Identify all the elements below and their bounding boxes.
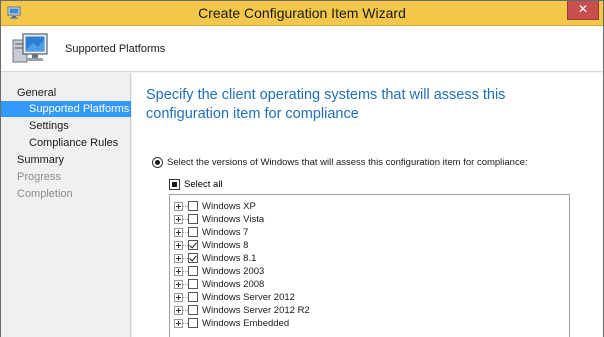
platform-label[interactable]: Windows 7: [202, 226, 248, 239]
page-heading: Specify the client operating systems tha…: [146, 87, 506, 122]
expand-icon[interactable]: [174, 254, 183, 263]
platform-checkbox[interactable]: [188, 214, 198, 224]
platform-checkbox[interactable]: [188, 201, 198, 211]
platform-label[interactable]: Windows 2003: [202, 265, 264, 278]
expand-icon[interactable]: [174, 241, 183, 250]
expand-icon[interactable]: [174, 228, 183, 237]
platform-label[interactable]: Windows Vista: [202, 213, 264, 226]
platform-label[interactable]: Windows 8.1: [202, 252, 256, 265]
nav-item-general[interactable]: General: [1, 85, 131, 101]
windows-versions-radio-label[interactable]: Select the versions of Windows that will…: [167, 156, 528, 169]
expand-icon[interactable]: [174, 319, 183, 328]
platform-label[interactable]: Windows Embedded: [202, 317, 289, 330]
expand-icon[interactable]: [174, 267, 183, 276]
platform-checkbox[interactable]: [188, 305, 198, 315]
nav-item-progress: Progress: [17, 171, 62, 183]
expand-icon[interactable]: [174, 215, 183, 224]
expand-icon[interactable]: [174, 280, 183, 289]
header-page-title: Supported Platforms: [65, 43, 166, 55]
expand-icon[interactable]: [174, 202, 183, 211]
platform-label[interactable]: Windows XP: [202, 200, 256, 213]
select-all-label[interactable]: Select all: [184, 178, 223, 191]
platform-label[interactable]: Windows 2008: [202, 278, 264, 291]
nav-item-supported-platforms[interactable]: Supported Platforms: [1, 101, 131, 117]
expand-icon[interactable]: [174, 293, 183, 302]
nav-item-compliance-rules[interactable]: Compliance Rules: [1, 135, 131, 151]
title-bar[interactable]: Create Configuration Item Wizard ✕: [1, 1, 603, 26]
platform-label[interactable]: Windows 8: [202, 239, 248, 252]
nav-item-completion: Completion: [17, 188, 73, 200]
platform-checkbox[interactable]: [188, 227, 198, 237]
select-all-checkbox[interactable]: [169, 179, 180, 190]
windows-versions-radio[interactable]: [152, 157, 163, 168]
platform-checkbox[interactable]: [188, 292, 198, 302]
nav-item-settings[interactable]: Settings: [1, 118, 131, 134]
wizard-navigation: General Supported Platforms Settings Com…: [1, 73, 131, 337]
platform-label[interactable]: Windows Server 2012 R2: [202, 304, 310, 317]
platform-checkbox[interactable]: [188, 279, 198, 289]
close-button[interactable]: ✕: [567, 1, 599, 20]
platform-tree[interactable]: Windows XP Windows Vista Windows 7 Windo…: [169, 194, 570, 337]
platform-checkbox[interactable]: [188, 240, 198, 250]
platform-checkbox[interactable]: [188, 266, 198, 276]
wizard-window: Create Configuration Item Wizard ✕ Suppo…: [0, 0, 604, 337]
expand-icon[interactable]: [174, 306, 183, 315]
wizard-header: Supported Platforms: [1, 26, 603, 72]
computer-icon: [12, 33, 48, 63]
platform-label[interactable]: Windows Server 2012: [202, 291, 295, 304]
main-content: Specify the client operating systems tha…: [132, 73, 603, 337]
nav-item-summary[interactable]: Summary: [1, 152, 131, 168]
platform-checkbox[interactable]: [188, 253, 198, 263]
platform-checkbox[interactable]: [188, 318, 198, 328]
window-title: Create Configuration Item Wizard: [198, 5, 406, 21]
